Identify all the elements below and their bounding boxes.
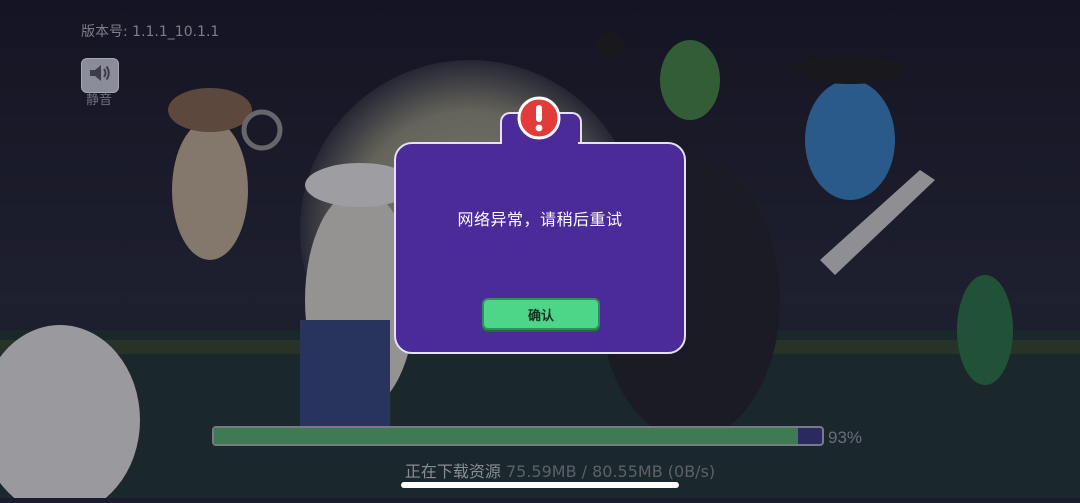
home-indicator[interactable] xyxy=(401,482,679,488)
confirm-button[interactable]: 确认 xyxy=(482,298,600,330)
mute-button[interactable] xyxy=(81,58,119,93)
download-status-value: 75.59MB / 80.55MB (0B/s) xyxy=(505,462,716,481)
mute-label: 静音 xyxy=(85,93,112,108)
network-error-dialog: 网络异常，请稍后重试 确认 xyxy=(394,96,686,354)
download-status: 正在下载资源 75.59MB / 80.55MB (0B/s) xyxy=(0,458,1080,482)
dialog-message: 网络异常，请稍后重试 xyxy=(457,210,623,229)
download-percent: 93% xyxy=(828,428,863,447)
download-progress-fill xyxy=(214,428,798,444)
speaker-icon xyxy=(88,63,112,88)
download-status-label: 正在下载资源 xyxy=(404,462,501,481)
version-label: 版本号: 1.1.1_10.1.1 xyxy=(81,24,220,40)
download-progress-bar xyxy=(212,426,824,446)
exclamation-icon xyxy=(517,96,561,140)
